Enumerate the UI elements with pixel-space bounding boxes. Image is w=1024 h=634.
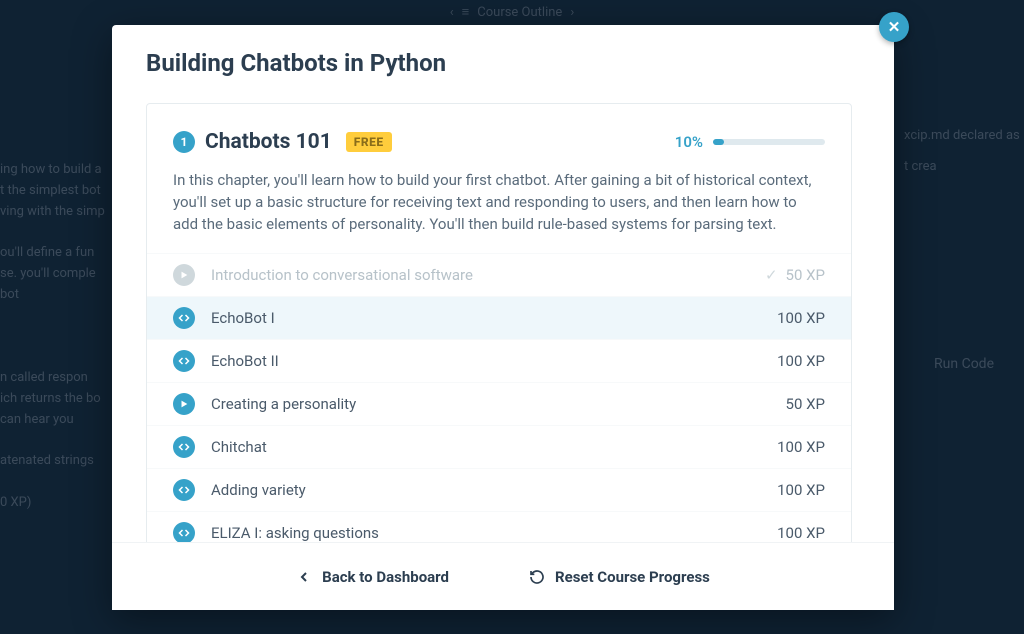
lesson-xp: 100 XP (777, 524, 825, 542)
play-icon (173, 393, 195, 415)
modal-footer: Back to Dashboard Reset Course Progress (112, 542, 894, 610)
chapter-description: In this chapter, you'll learn how to bui… (173, 170, 825, 235)
lesson-row[interactable]: EchoBot II 100 XP (147, 339, 851, 382)
chevron-left-icon: ‹ (450, 5, 454, 20)
lesson-row[interactable]: Introduction to conversational software ✓… (147, 253, 851, 296)
lesson-title: EchoBot I (211, 309, 761, 327)
lesson-title: EchoBot II (211, 352, 761, 370)
code-icon (173, 307, 195, 329)
lesson-xp: 100 XP (777, 309, 825, 327)
code-icon (173, 436, 195, 458)
play-icon (173, 264, 195, 286)
code-icon (173, 350, 195, 372)
modal-header: Building Chatbots in Python (112, 25, 894, 97)
lesson-xp: 100 XP (777, 352, 825, 370)
chapter-number-badge: 1 (173, 131, 195, 153)
chapter-card: 1 Chatbots 101 FREE 10% In this chapter,… (146, 103, 852, 542)
free-badge: FREE (346, 132, 392, 152)
chevron-left-icon (296, 569, 312, 585)
lesson-xp-value: 100 XP (777, 438, 825, 456)
lesson-xp-value: 100 XP (777, 524, 825, 542)
chapter-header: 1 Chatbots 101 FREE 10% (173, 130, 825, 154)
progress-bar (713, 139, 825, 145)
reset-progress-button[interactable]: Reset Course Progress (529, 568, 710, 586)
code-icon (173, 479, 195, 501)
check-icon: ✓ (765, 266, 778, 284)
lesson-xp-value: 50 XP (786, 395, 825, 413)
scroll-area[interactable]: 1 Chatbots 101 FREE 10% In this chapter,… (146, 97, 870, 542)
lesson-title: Introduction to conversational software (211, 266, 749, 284)
modal-body: 1 Chatbots 101 FREE 10% In this chapter,… (112, 97, 894, 542)
page-title: Building Chatbots in Python (146, 49, 860, 77)
lesson-xp-value: 50 XP (786, 266, 825, 284)
lesson-row[interactable]: Creating a personality 50 XP (147, 382, 851, 425)
close-icon: ✕ (888, 18, 901, 36)
lesson-xp-value: 100 XP (777, 309, 825, 327)
lesson-title: Adding variety (211, 481, 761, 499)
progress-bar-fill (713, 139, 724, 145)
back-label: Back to Dashboard (322, 568, 449, 586)
bg-right-text: xcip.md declared as t crea (904, 120, 1024, 182)
reset-icon (529, 569, 545, 585)
course-outline-modal: ✕ Building Chatbots in Python 1 Chatbots… (112, 25, 894, 610)
close-button[interactable]: ✕ (879, 12, 909, 42)
reset-label: Reset Course Progress (555, 568, 710, 586)
lesson-xp-value: 100 XP (777, 352, 825, 370)
lesson-row[interactable]: ELIZA I: asking questions 100 XP (147, 511, 851, 542)
lesson-xp: 50 XP (786, 395, 825, 413)
chapter-title: Chatbots 101 (205, 130, 332, 154)
lesson-xp: ✓ 50 XP (765, 266, 825, 284)
chapter-progress: 10% (675, 133, 825, 151)
lesson-title: Chitchat (211, 438, 761, 456)
progress-percent: 10% (675, 133, 703, 151)
lesson-title: Creating a personality (211, 395, 770, 413)
lesson-row[interactable]: EchoBot I 100 XP (147, 296, 851, 339)
lesson-title: ELIZA I: asking questions (211, 524, 761, 542)
lesson-list: Introduction to conversational software ✓… (147, 253, 851, 542)
lesson-row[interactable]: Chitchat 100 XP (147, 425, 851, 468)
bg-run-code: Run Code (934, 356, 994, 372)
lesson-xp-value: 100 XP (777, 481, 825, 499)
lesson-row[interactable]: Adding variety 100 XP (147, 468, 851, 511)
lesson-xp: 100 XP (777, 438, 825, 456)
code-icon (173, 522, 195, 542)
bg-left-text: ing how to build a t the simplest bot vi… (0, 160, 130, 514)
lesson-xp: 100 XP (777, 481, 825, 499)
chevron-right-icon: › (570, 5, 574, 20)
back-to-dashboard-button[interactable]: Back to Dashboard (296, 568, 449, 586)
bg-course-outline: ‹ ≡ Course Outline › (450, 4, 574, 20)
